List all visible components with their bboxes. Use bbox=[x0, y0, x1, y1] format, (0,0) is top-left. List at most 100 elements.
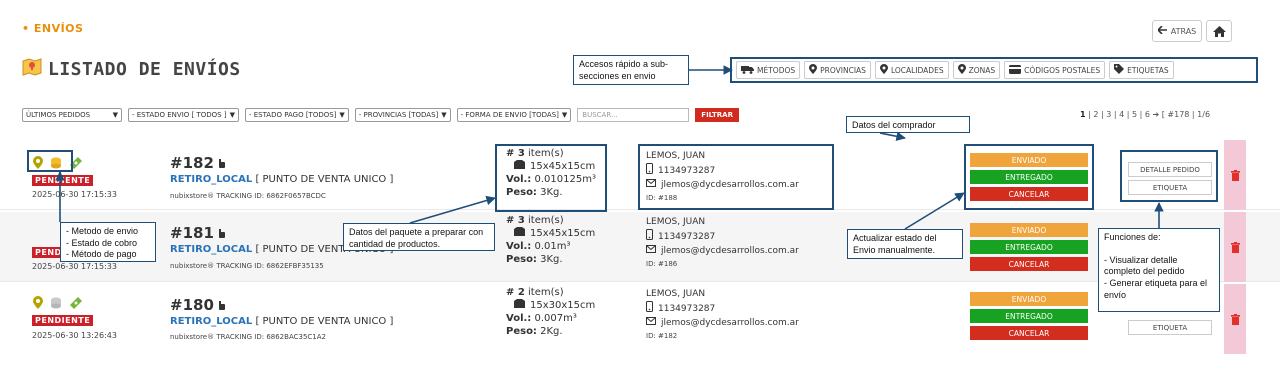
back-label: ATRAS bbox=[1170, 26, 1197, 36]
items-label: item(s) bbox=[528, 287, 564, 298]
chevron-down-icon: ▼ bbox=[229, 111, 235, 119]
order-row: PENDIENTE 2025-06-30 13:26:43 #180 RETIR… bbox=[0, 284, 1280, 368]
map-pin-icon bbox=[32, 294, 44, 313]
envelope-icon bbox=[646, 317, 656, 330]
order-date: 2025-06-30 17:15:33 bbox=[32, 262, 117, 271]
highlight-package bbox=[495, 144, 607, 212]
items-label: item(s) bbox=[528, 215, 564, 226]
weight-label: Peso: bbox=[506, 254, 537, 265]
buyer-info: LEMOS, JUAN 1134973287 jlemos@dycdesarro… bbox=[646, 216, 799, 271]
dims-line: 15x45x15cm bbox=[506, 227, 595, 240]
payment-state-select[interactable]: - ESTADO PAGO [TODOS] ▼ bbox=[244, 108, 349, 122]
breadcrumb: • ENVÍOS bbox=[22, 22, 84, 35]
items-count: # 2 bbox=[506, 287, 525, 298]
search-input[interactable]: BUSCAR... bbox=[577, 108, 690, 122]
highlight-functions bbox=[1120, 150, 1218, 202]
page-title: LISTADO DE ENVÍOS bbox=[22, 58, 241, 81]
cancel-button[interactable]: CANCELAR bbox=[970, 326, 1088, 340]
callout-quick-access: Accesos rápido a sub-secciones en envio bbox=[573, 55, 689, 85]
buyer-phone: 1134973287 bbox=[658, 303, 716, 314]
delete-button[interactable] bbox=[1224, 140, 1246, 210]
page-current[interactable]: 1 bbox=[1080, 110, 1086, 119]
dims: 15x30x15cm bbox=[530, 300, 596, 311]
shipping-method: RETIRO_LOCAL [ PUNTO DE VENTA UNICO ] bbox=[170, 174, 393, 185]
weight-line: Peso: 3Kg. bbox=[506, 253, 595, 266]
qa-label: LOCALIDADES bbox=[890, 65, 944, 75]
tracking-id: nubixstore® TRACKING ID: 6862EFBF35135 bbox=[170, 262, 324, 270]
buyer-id: ID: #182 bbox=[646, 332, 678, 340]
dims: 15x45x15cm bbox=[530, 228, 596, 239]
box-icon bbox=[514, 227, 525, 240]
qa-label: CÓDIGOS POSTALES bbox=[1024, 65, 1101, 75]
callout-update-state: Actualizar estado del Envio manualmente. bbox=[847, 229, 963, 259]
order-date: 2025-06-30 13:26:43 bbox=[32, 331, 117, 340]
select-value: ÚLTIMOS PEDIDOS bbox=[26, 111, 91, 119]
mark-sent-button[interactable]: ENVIADO bbox=[970, 223, 1088, 237]
buyer-name: LEMOS, JUAN bbox=[646, 217, 706, 227]
buyer-email[interactable]: jlemos@dycdesarrollos.com.ar bbox=[661, 317, 799, 330]
back-button[interactable]: ATRAS bbox=[1152, 20, 1202, 42]
page-info: [ #178 | 1/6 bbox=[1161, 110, 1211, 119]
select-value: - ESTADO PAGO [TODOS] bbox=[248, 111, 337, 119]
qa-metodos-button[interactable]: MÉTODOS bbox=[736, 61, 801, 79]
hand-icon bbox=[218, 296, 225, 314]
order-number: #181 bbox=[170, 224, 225, 242]
map-pin-icon bbox=[809, 64, 818, 76]
delete-button[interactable] bbox=[1224, 284, 1246, 354]
vol-line: Vol.: 0.007m³ bbox=[506, 312, 595, 325]
mark-delivered-button[interactable]: ENTREGADO bbox=[970, 240, 1088, 254]
page-title-text: LISTADO DE ENVÍOS bbox=[48, 59, 241, 80]
qa-provincias-button[interactable]: PROVINCIAS bbox=[804, 61, 871, 79]
qa-etiquetas-button[interactable]: ETIQUETAS bbox=[1109, 61, 1174, 79]
items-count: # 3 bbox=[506, 215, 525, 226]
qa-codigos-postales-button[interactable]: CÓDIGOS POSTALES bbox=[1004, 61, 1106, 79]
qa-label: ZONAS bbox=[968, 65, 996, 75]
buyer-id: ID: #186 bbox=[646, 260, 678, 268]
shipping-method-name: RETIRO_LOCAL bbox=[170, 244, 253, 255]
callout-line: - Metodo de envio bbox=[66, 226, 139, 236]
package-info: # 2 item(s) 15x30x15cm Vol.: 0.007m³ Pes… bbox=[506, 286, 595, 338]
vol-label: Vol.: bbox=[506, 241, 532, 252]
label-button[interactable]: ETIQUETA bbox=[1128, 320, 1212, 335]
weight-line: Peso: 2Kg. bbox=[506, 325, 595, 338]
pagination: 1 | 2 | 3 | 4 | 5 | 6 ➔ [ #178 | 1/6 bbox=[1080, 110, 1210, 119]
delete-button[interactable] bbox=[1224, 212, 1246, 282]
highlight-actions bbox=[964, 144, 1094, 210]
trash-icon bbox=[1230, 238, 1240, 257]
page-links[interactable]: | 2 | 3 | 4 | 5 | 6 bbox=[1088, 110, 1150, 119]
next-arrow-icon[interactable]: ➔ bbox=[1152, 110, 1159, 119]
provinces-select[interactable]: - PROVINCIAS [TODAS] ▼ bbox=[354, 108, 451, 122]
order-status-icons bbox=[32, 294, 82, 313]
chevron-down-icon: ▼ bbox=[112, 111, 118, 119]
vol-label: Vol.: bbox=[506, 313, 532, 324]
mark-sent-button[interactable]: ENVIADO bbox=[970, 292, 1088, 306]
vol: 0.007m³ bbox=[534, 313, 577, 324]
highlight-status-icons bbox=[27, 150, 73, 172]
email-line: jlemos@dycdesarrollos.com.ar bbox=[646, 317, 799, 330]
weight: 3Kg. bbox=[540, 254, 563, 265]
items-count-line: # 2 item(s) bbox=[506, 286, 595, 299]
qa-label: MÉTODOS bbox=[757, 65, 796, 75]
trash-icon bbox=[1230, 166, 1240, 185]
dims-line: 15x30x15cm bbox=[506, 299, 595, 312]
shipping-state-select[interactable]: - ESTADO ENVIO [ TODOS ] ▼ bbox=[128, 108, 239, 122]
callout-buyer: Datos del comprador bbox=[846, 116, 970, 133]
order-row: PENDIENTE 2025-06-30 17:15:33 #181 RETIR… bbox=[0, 212, 1280, 282]
chevron-down-icon: ▼ bbox=[339, 111, 345, 119]
status-badge: PENDIENTE bbox=[32, 315, 94, 326]
buyer-email[interactable]: jlemos@dycdesarrollos.com.ar bbox=[661, 245, 799, 258]
filter-button[interactable]: FILTRAR bbox=[695, 108, 739, 122]
package-info: # 3 item(s) 15x45x15cm Vol.: 0.01m³ Peso… bbox=[506, 214, 595, 266]
callout-functions: Funciones de: - Visualizar detalle compl… bbox=[1098, 228, 1220, 312]
qa-localidades-button[interactable]: LOCALIDADES bbox=[874, 61, 949, 79]
cancel-button[interactable]: CANCELAR bbox=[970, 257, 1088, 271]
mark-delivered-button[interactable]: ENTREGADO bbox=[970, 309, 1088, 323]
last-orders-select[interactable]: ÚLTIMOS PEDIDOS ▼ bbox=[22, 108, 122, 122]
home-button[interactable] bbox=[1206, 20, 1232, 42]
buyer-info: LEMOS, JUAN 1134973287 jlemos@dycdesarro… bbox=[646, 288, 799, 343]
order-number: #180 bbox=[170, 296, 225, 314]
tracking-id: nubixstore® TRACKING ID: 6862F0657BCDC bbox=[170, 192, 326, 200]
callout-spacer bbox=[1104, 244, 1214, 255]
shipping-form-select[interactable]: - FORMA DE ENVIO [TODAS] ▼ bbox=[456, 108, 572, 122]
qa-zonas-button[interactable]: ZONAS bbox=[952, 61, 1001, 79]
